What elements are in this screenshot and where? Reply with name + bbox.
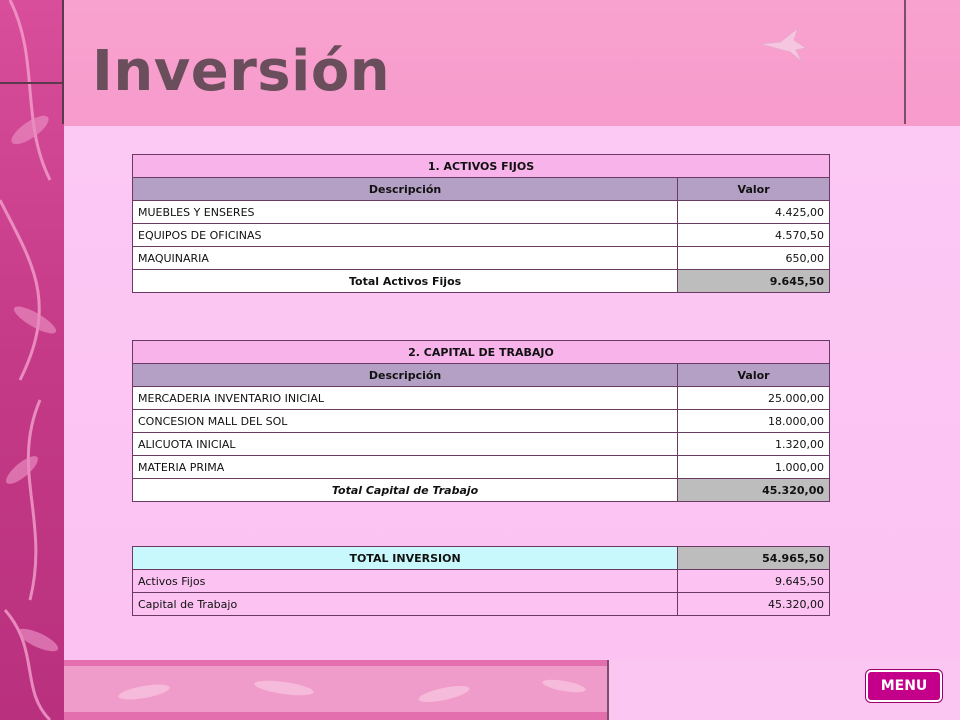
column-header-descripcion: Descripción	[131, 177, 679, 201]
row-value: 1.320,00	[677, 432, 830, 456]
inversion-heading-row: TOTAL INVERSION 54.965,50	[131, 546, 830, 570]
inversion-heading: TOTAL INVERSION	[131, 546, 679, 570]
table-row: MAQUINARIA 650,00	[131, 246, 830, 270]
total-label: Total Activos Fijos	[131, 269, 679, 293]
column-header-row: Descripción Valor	[131, 177, 830, 201]
header-divider-horizontal	[0, 82, 64, 84]
header-divider-right	[904, 0, 906, 124]
total-value: 9.645,50	[677, 269, 830, 293]
table-row: MUEBLES Y ENSERES 4.425,00	[131, 200, 830, 224]
table-row: Capital de Trabajo 45.320,00	[131, 592, 830, 616]
total-inversion-table: TOTAL INVERSION 54.965,50 Activos Fijos …	[131, 546, 830, 616]
row-value: 650,00	[677, 246, 830, 270]
inversion-total-value: 54.965,50	[677, 546, 830, 570]
bottom-decorative-band	[64, 660, 608, 720]
row-description: MAQUINARIA	[131, 246, 679, 270]
table-row: ALICUOTA INICIAL 1.320,00	[131, 432, 830, 456]
total-value: 45.320,00	[677, 478, 830, 502]
row-value: 45.320,00	[677, 592, 830, 616]
row-description: Capital de Trabajo	[131, 592, 679, 616]
row-description: CONCESION MALL DEL SOL	[131, 409, 679, 433]
table-row: EQUIPOS DE OFICINAS 4.570,50	[131, 223, 830, 247]
header-divider-left	[62, 0, 64, 124]
total-row: Total Capital de Trabajo 45.320,00	[131, 478, 830, 502]
column-header-valor: Valor	[677, 363, 830, 387]
row-value: 4.570,50	[677, 223, 830, 247]
row-value: 18.000,00	[677, 409, 830, 433]
feather-border-pattern	[118, 679, 586, 702]
table-row: MATERIA PRIMA 1.000,00	[131, 455, 830, 479]
hummingbird-icon	[759, 26, 808, 63]
column-header-descripcion: Descripción	[131, 363, 679, 387]
table-row: CONCESION MALL DEL SOL 18.000,00	[131, 409, 830, 433]
row-description: EQUIPOS DE OFICINAS	[131, 223, 679, 247]
capital-trabajo-table: 2. CAPITAL DE TRABAJO Descripción Valor …	[131, 340, 830, 502]
menu-button[interactable]: MENU	[866, 670, 942, 702]
row-description: MATERIA PRIMA	[131, 455, 679, 479]
feather-pattern	[0, 0, 59, 720]
row-value: 4.425,00	[677, 200, 830, 224]
column-header-valor: Valor	[677, 177, 830, 201]
section-heading: 2. CAPITAL DE TRABAJO	[132, 340, 830, 364]
table-row: MERCADERIA INVENTARIO INICIAL 25.000,00	[131, 386, 830, 410]
row-value: 1.000,00	[677, 455, 830, 479]
page-title: Inversión	[92, 39, 391, 104]
left-decorative-strip	[0, 0, 64, 720]
bottom-divider	[607, 660, 609, 720]
row-value: 9.645,50	[677, 569, 830, 593]
total-row: Total Activos Fijos 9.645,50	[131, 269, 830, 293]
row-description: MERCADERIA INVENTARIO INICIAL	[131, 386, 679, 410]
section-heading-row: 2. CAPITAL DE TRABAJO	[132, 340, 830, 364]
section-heading-row: 1. ACTIVOS FIJOS	[132, 154, 830, 178]
table-row: Activos Fijos 9.645,50	[131, 569, 830, 593]
row-description: MUEBLES Y ENSERES	[131, 200, 679, 224]
activos-fijos-table: 1. ACTIVOS FIJOS Descripción Valor MUEBL…	[131, 154, 830, 293]
row-description: Activos Fijos	[131, 569, 679, 593]
section-heading: 1. ACTIVOS FIJOS	[132, 154, 830, 178]
row-value: 25.000,00	[677, 386, 830, 410]
total-label: Total Capital de Trabajo	[131, 478, 679, 502]
row-description: ALICUOTA INICIAL	[131, 432, 679, 456]
column-header-row: Descripción Valor	[131, 363, 830, 387]
